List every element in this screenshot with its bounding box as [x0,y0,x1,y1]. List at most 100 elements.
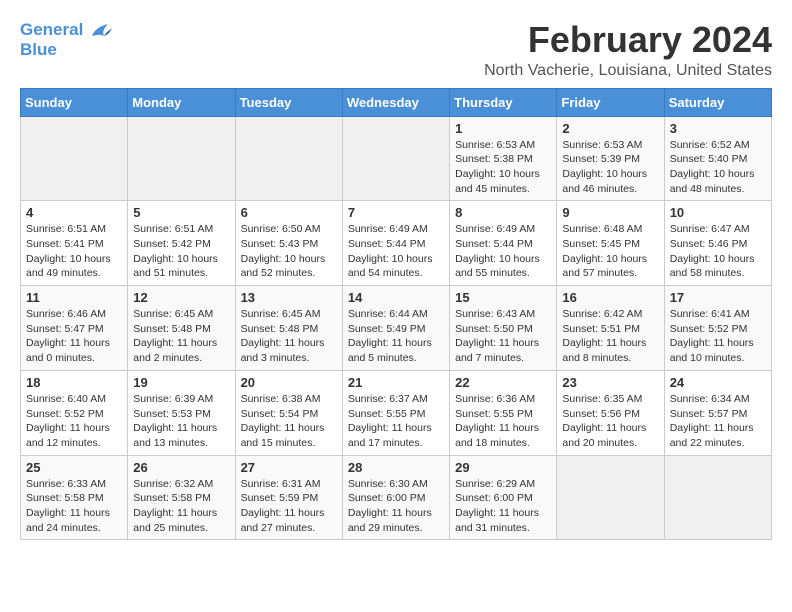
sunrise-text: Sunrise: 6:39 AM [133,393,213,405]
day-info: Sunrise: 6:29 AMSunset: 6:00 PMDaylight:… [455,477,551,536]
sunrise-text: Sunrise: 6:29 AM [455,478,535,490]
sunrise-text: Sunrise: 6:52 AM [670,139,750,151]
sunrise-text: Sunrise: 6:37 AM [348,393,428,405]
calendar-cell: 9Sunrise: 6:48 AMSunset: 5:45 PMDaylight… [557,201,664,286]
day-info: Sunrise: 6:39 AMSunset: 5:53 PMDaylight:… [133,392,229,451]
sunset-text: Sunset: 5:51 PM [562,323,640,335]
sunrise-text: Sunrise: 6:49 AM [455,223,535,235]
daylight-text: Daylight: 11 hours and 2 minutes. [133,337,217,364]
sunrise-text: Sunrise: 6:30 AM [348,478,428,490]
sunset-text: Sunset: 6:00 PM [348,492,426,504]
calendar-cell: 3Sunrise: 6:52 AMSunset: 5:40 PMDaylight… [664,116,771,201]
day-info: Sunrise: 6:42 AMSunset: 5:51 PMDaylight:… [562,307,658,366]
sunrise-text: Sunrise: 6:50 AM [241,223,321,235]
sunrise-text: Sunrise: 6:51 AM [133,223,213,235]
sunrise-text: Sunrise: 6:35 AM [562,393,642,405]
day-info: Sunrise: 6:46 AMSunset: 5:47 PMDaylight:… [26,307,122,366]
daylight-text: Daylight: 11 hours and 15 minutes. [241,422,325,449]
bird-icon [90,22,112,40]
day-number: 18 [26,375,122,390]
day-info: Sunrise: 6:50 AM Sunset: 5:43 PM Daylight:… [241,222,337,281]
day-info: Sunrise: 6:52 AMSunset: 5:40 PMDaylight:… [670,138,766,197]
day-info: Sunrise: 6:47 AMSunset: 5:46 PMDaylight:… [670,222,766,281]
daylight-text: Daylight: 10 hours and 52 minutes. [241,253,326,280]
day-number: 29 [455,460,551,475]
calendar-cell: 2Sunrise: 6:53 AMSunset: 5:39 PMDaylight… [557,116,664,201]
logo: General Blue [20,20,112,59]
calendar-week-5: 25Sunrise: 6:33 AMSunset: 5:58 PMDayligh… [21,455,772,540]
day-info: Sunrise: 6:31 AMSunset: 5:59 PMDaylight:… [241,477,337,536]
daylight-text: Daylight: 10 hours and 55 minutes. [455,253,540,280]
sunset-text: Sunset: 5:41 PM [26,238,104,250]
sunset-text: Sunset: 5:39 PM [562,153,640,165]
sunset-text: Sunset: 5:47 PM [26,323,104,335]
day-number: 27 [241,460,337,475]
calendar-cell: 1Sunrise: 6:53 AMSunset: 5:38 PMDaylight… [450,116,557,201]
sunrise-text: Sunrise: 6:49 AM [348,223,428,235]
day-number: 22 [455,375,551,390]
sunset-text: Sunset: 5:42 PM [133,238,211,250]
day-info: Sunrise: 6:49 AMSunset: 5:44 PMDaylight:… [348,222,444,281]
sunset-text: Sunset: 5:49 PM [348,323,426,335]
sunrise-text: Sunrise: 6:53 AM [562,139,642,151]
logo-text-blue: Blue [20,40,112,60]
logo-text: General [20,20,112,40]
day-info: Sunrise: 6:41 AMSunset: 5:52 PMDaylight:… [670,307,766,366]
daylight-text: Daylight: 11 hours and 10 minutes. [670,337,754,364]
calendar-cell: 17Sunrise: 6:41 AMSunset: 5:52 PMDayligh… [664,286,771,371]
calendar-header-monday: Monday [128,88,235,116]
calendar-cell [128,116,235,201]
calendar-cell: 26Sunrise: 6:32 AMSunset: 5:58 PMDayligh… [128,455,235,540]
calendar-cell: 16 Sunrise: 6:42 AMSunset: 5:51 PMDayligh… [557,286,664,371]
day-number: 11 [26,290,122,305]
sunrise-text: Sunrise: 6:51 AM [26,223,106,235]
day-info: Sunrise: 6:30 AMSunset: 6:00 PMDaylight:… [348,477,444,536]
day-number: 16 [562,290,658,305]
sunrise-text: Sunrise: 6:34 AM [670,393,750,405]
day-number: 4 [26,205,122,220]
calendar-cell: 11 Sunrise: 6:46 AMSunset: 5:47 PMDayligh… [21,286,128,371]
day-info: Sunrise: 6:40 AMSunset: 5:52 PMDaylight:… [26,392,122,451]
sunset-text: Sunset: 5:48 PM [241,323,319,335]
sunrise-text: Sunrise: 6:48 AM [562,223,642,235]
calendar-header-sunday: Sunday [21,88,128,116]
calendar-week-3: 11 Sunrise: 6:46 AMSunset: 5:47 PMDayligh… [21,286,772,371]
daylight-text: Daylight: 11 hours and 7 minutes. [455,337,539,364]
calendar-cell: 7Sunrise: 6:49 AMSunset: 5:44 PMDaylight… [342,201,449,286]
sunset-text: Sunset: 5:44 PM [455,238,533,250]
daylight-text: Daylight: 10 hours and 57 minutes. [562,253,647,280]
daylight-text: Daylight: 11 hours and 31 minutes. [455,507,539,534]
sunset-text: Sunset: 5:58 PM [26,492,104,504]
calendar-cell: 14 Sunrise: 6:44 AMSunset: 5:49 PMDayligh… [342,286,449,371]
daylight-text: Daylight: 11 hours and 17 minutes. [348,422,432,449]
calendar-header-friday: Friday [557,88,664,116]
logo-text-general: General [20,20,83,39]
calendar-cell: 6 Sunrise: 6:50 AM Sunset: 5:43 PM Daylight… [235,201,342,286]
calendar-cell: 15Sunrise: 6:43 AMSunset: 5:50 PMDayligh… [450,286,557,371]
day-number: 10 [670,205,766,220]
sunrise-text: Sunrise: 6:45 AM [241,308,321,320]
sunrise-text: Sunrise: 6:36 AM [455,393,535,405]
day-number: 6 [241,205,337,220]
sunrise-text: Sunrise: 6:40 AM [26,393,106,405]
header: General Blue February 2024 North Vacheri… [20,20,772,80]
sunrise-text: Sunrise: 6:53 AM [455,139,535,151]
calendar-cell: 22Sunrise: 6:36 AMSunset: 5:55 PMDayligh… [450,370,557,455]
day-info: Sunrise: 6:44 AMSunset: 5:49 PMDaylight:… [348,307,444,366]
day-number: 14 [348,290,444,305]
calendar-cell: 29 Sunrise: 6:29 AMSunset: 6:00 PMDayligh… [450,455,557,540]
calendar-cell: 27 Sunrise: 6:31 AMSunset: 5:59 PMDayligh… [235,455,342,540]
day-number: 9 [562,205,658,220]
daylight-text: Daylight: 11 hours and 20 minutes. [562,422,646,449]
day-info: Sunrise: 6:45 AMSunset: 5:48 PMDaylight:… [241,307,337,366]
calendar-header-saturday: Saturday [664,88,771,116]
calendar-cell: 5Sunrise: 6:51 AMSunset: 5:42 PMDaylight… [128,201,235,286]
calendar-header-wednesday: Wednesday [342,88,449,116]
sunset-text: Sunset: 5:43 PM [241,238,319,250]
calendar-cell: 20Sunrise: 6:38 AMSunset: 5:54 PMDayligh… [235,370,342,455]
daylight-text: Daylight: 11 hours and 27 minutes. [241,507,325,534]
day-info: Sunrise: 6:45 AMSunset: 5:48 PMDaylight:… [133,307,229,366]
daylight-text: Daylight: 10 hours and 45 minutes. [455,168,540,195]
calendar-cell: 13Sunrise: 6:45 AMSunset: 5:48 PMDayligh… [235,286,342,371]
sunset-text: Sunset: 5:57 PM [670,408,748,420]
